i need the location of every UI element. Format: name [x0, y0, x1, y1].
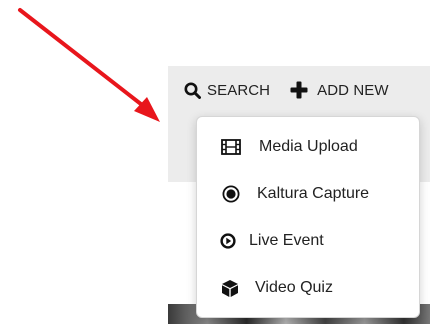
screenshot-stage: SEARCH ADD NEW Media Upload Kaltura Capt…	[0, 0, 430, 324]
red-arrow-annotation	[18, 8, 160, 122]
